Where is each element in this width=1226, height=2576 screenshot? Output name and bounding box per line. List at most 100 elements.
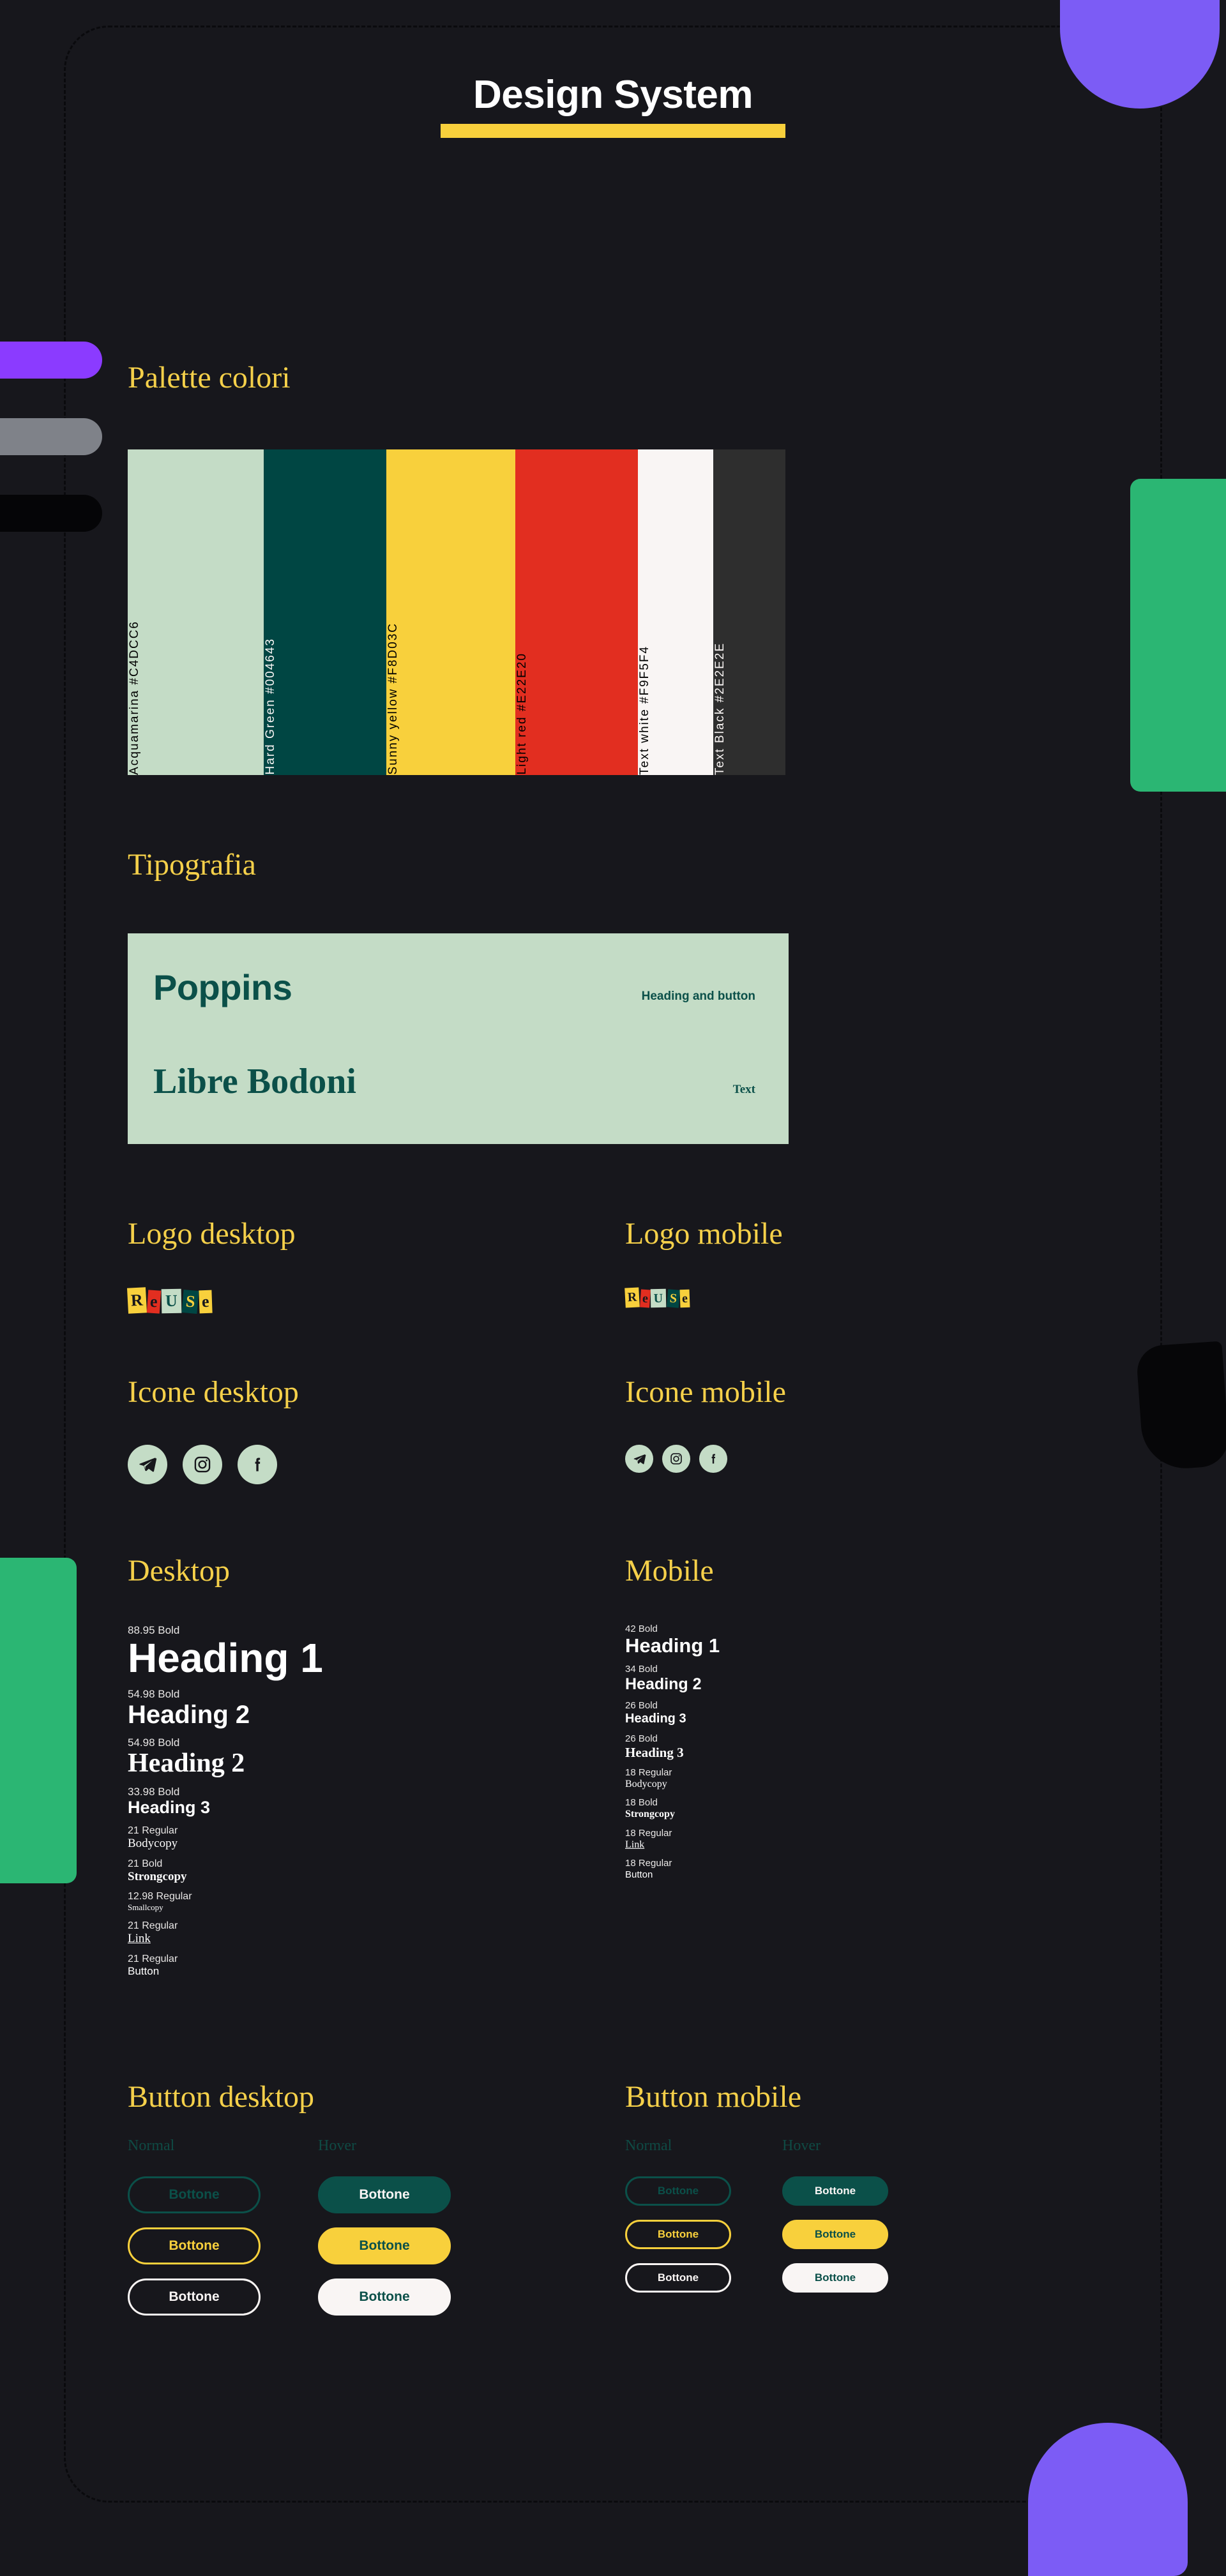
palette-swatch[interactable]: Acquamarina #C4DCC6 bbox=[128, 449, 264, 775]
button-green-filled-mobile[interactable]: Bottone bbox=[782, 2176, 888, 2206]
type-scale-sample: Strongcopy bbox=[625, 1809, 675, 1820]
title-underline-rule bbox=[441, 124, 785, 138]
icons-section: Icone desktop Icone mobile bbox=[128, 1376, 1098, 1485]
type-scale-desktop-title: Desktop bbox=[128, 1554, 230, 1588]
palette-swatch-label: Text white #F9F5F4 bbox=[637, 645, 651, 775]
secondary-font-name: Libre Bodoni bbox=[153, 1061, 356, 1101]
type-scale-meta: 26 Bold bbox=[625, 1733, 658, 1745]
type-scale-meta: 34 Bold bbox=[625, 1664, 658, 1675]
palette-swatch[interactable]: Light red #E22E20 bbox=[515, 449, 638, 775]
type-scale-sample: Heading 1 bbox=[128, 1635, 323, 1682]
button-white-filled-mobile[interactable]: Bottone bbox=[782, 2263, 888, 2293]
instagram-icon[interactable] bbox=[183, 1445, 222, 1485]
button-green-filled-desktop[interactable]: Bottone bbox=[318, 2176, 451, 2213]
type-scale-meta: 18 Bold bbox=[625, 1797, 658, 1809]
type-scale-item: 12.98 Regular Smallcopy bbox=[128, 1890, 457, 1912]
type-scale-meta: 54.98 Bold bbox=[128, 1736, 180, 1749]
palette-swatch-label: Acquamarina #C4DCC6 bbox=[128, 620, 141, 775]
facebook-icon[interactable] bbox=[699, 1445, 727, 1473]
type-scale-meta: 42 Bold bbox=[625, 1623, 658, 1634]
typography-secondary-row: Libre Bodoni Text bbox=[153, 1061, 755, 1144]
logo-letter: R bbox=[624, 1287, 640, 1308]
logo-desktop-title: Logo desktop bbox=[128, 1216, 296, 1251]
buttons-desktop-column: Button desktop Normal Bottone Bottone Bo… bbox=[128, 2080, 457, 2330]
secondary-font-usage: Text bbox=[732, 1082, 755, 1096]
facebook-icon[interactable] bbox=[238, 1445, 277, 1485]
icon-row-desktop bbox=[128, 1445, 457, 1485]
type-scale-item: 18 Bold Strongcopy bbox=[625, 1797, 954, 1820]
type-scale-item: 54.98 Bold Heading 2 bbox=[128, 1736, 457, 1777]
type-scale-meta: 18 Regular bbox=[625, 1766, 672, 1778]
type-scale-sample: Heading 2 bbox=[128, 1700, 250, 1729]
typography-section: Tipografia Poppins Heading and button Li… bbox=[128, 848, 1098, 1144]
palette-swatch[interactable]: Text Black #2E2E2E bbox=[713, 449, 785, 775]
type-scale-item: 26 Bold Heading 3 bbox=[625, 1700, 954, 1726]
type-scale-item: 18 Regular Link bbox=[625, 1828, 954, 1851]
type-scale-meta: 21 Regular bbox=[128, 1954, 178, 1965]
telegram-icon[interactable] bbox=[625, 1445, 653, 1473]
type-scale-item: 21 Bold Strongcopy bbox=[128, 1858, 457, 1883]
button-yellow-outline-desktop[interactable]: Bottone bbox=[128, 2227, 261, 2264]
type-scale-sample: Heading 2 bbox=[625, 1675, 702, 1694]
button-yellow-filled-desktop[interactable]: Bottone bbox=[318, 2227, 451, 2264]
palette-swatch-label: Hard Green #004643 bbox=[263, 638, 277, 775]
buttons-desktop-hover-group: Hover Bottone Bottone Bottone bbox=[318, 2137, 451, 2330]
palette-swatch[interactable]: Text white #F9F5F4 bbox=[637, 449, 713, 775]
palette-section-title: Palette colori bbox=[128, 361, 291, 395]
type-scale-item: 34 Bold Heading 2 bbox=[625, 1664, 954, 1692]
palette-swatch-label: Text Black #2E2E2E bbox=[713, 642, 727, 775]
buttons-mobile-hover-group: Hover Bottone Bottone Bottone bbox=[782, 2137, 888, 2307]
button-yellow-filled-mobile[interactable]: Bottone bbox=[782, 2219, 888, 2249]
type-scale-item: 42 Bold Heading 1 bbox=[625, 1623, 954, 1656]
button-green-outline-desktop[interactable]: Bottone bbox=[128, 2176, 261, 2213]
button-yellow-outline-mobile[interactable]: Bottone bbox=[625, 2219, 731, 2249]
button-white-filled-desktop[interactable]: Bottone bbox=[318, 2278, 451, 2316]
logo-mobile-column: Logo mobile ReUSe bbox=[624, 1216, 954, 1314]
type-scale-item: 21 Regular Bodycopy bbox=[128, 1825, 457, 1850]
reuse-logo-desktop[interactable]: ReUSe bbox=[126, 1287, 213, 1314]
design-system-page: Design System Palette colori Acquamarina… bbox=[0, 0, 1226, 2330]
type-scale-section: Desktop 88.95 Bold Heading 1 54.98 Bold Hea… bbox=[128, 1554, 1098, 1985]
type-scale-item: 88.95 Bold Heading 1 bbox=[128, 1623, 457, 1680]
icons-mobile-title: Icone mobile bbox=[625, 1375, 786, 1410]
type-scale-item: 33.98 Bold Heading 3 bbox=[128, 1785, 457, 1817]
type-scale-meta: 21 Regular bbox=[128, 1920, 178, 1932]
buttons-mobile-title: Button mobile bbox=[625, 2079, 801, 2114]
type-scale-meta: 18 Regular bbox=[625, 1858, 672, 1869]
type-scale-mobile-column: Mobile 42 Bold Heading 1 34 Bold Heading 2 2… bbox=[625, 1554, 954, 1985]
type-scale-sample: Bodycopy bbox=[625, 1778, 667, 1789]
type-scale-meta: 26 Bold bbox=[625, 1700, 658, 1712]
icon-row-mobile bbox=[625, 1445, 954, 1473]
palette-swatch-row: Acquamarina #C4DCC6 Hard Green #004643 S… bbox=[128, 449, 785, 775]
button-white-outline-desktop[interactable]: Bottone bbox=[128, 2278, 261, 2316]
logo-mobile-title: Logo mobile bbox=[625, 1216, 783, 1251]
logo-letter: U bbox=[161, 1289, 181, 1314]
button-green-outline-mobile[interactable]: Bottone bbox=[625, 2176, 731, 2206]
buttons-mobile-column: Button mobile Normal Bottone Bottone Bot… bbox=[625, 2079, 954, 2330]
typography-section-title: Tipografia bbox=[128, 847, 256, 882]
logo-letter: R bbox=[126, 1287, 147, 1314]
type-scale-sample: Heading 1 bbox=[625, 1634, 720, 1657]
buttons-mobile-normal-group: Normal Bottone Bottone Bottone bbox=[625, 2137, 731, 2307]
type-scale-meta: 12.98 Regular bbox=[128, 1891, 192, 1902]
type-scale-item: 21 Regular Link bbox=[128, 1920, 457, 1945]
type-scale-sample: Heading 3 bbox=[128, 1798, 211, 1818]
reuse-logo-mobile[interactable]: ReUSe bbox=[624, 1287, 691, 1308]
button-white-outline-mobile[interactable]: Bottone bbox=[625, 2263, 731, 2293]
palette-swatch-label: Sunny yellow #F8D03C bbox=[386, 622, 400, 775]
primary-font-usage: Heading and button bbox=[641, 989, 755, 1003]
instagram-icon[interactable] bbox=[662, 1445, 690, 1473]
type-scale-sample: Smallcopy bbox=[128, 1902, 163, 1913]
type-scale-sample: Bodycopy bbox=[128, 1836, 178, 1850]
typography-card: Poppins Heading and button Libre Bodoni … bbox=[128, 933, 789, 1144]
palette-swatch[interactable]: Hard Green #004643 bbox=[263, 449, 386, 775]
logo-letter: e bbox=[679, 1290, 690, 1308]
palette-section: Palette colori Acquamarina #C4DCC6 Hard … bbox=[128, 361, 1098, 775]
type-scale-mobile-title: Mobile bbox=[625, 1554, 714, 1588]
telegram-icon[interactable] bbox=[128, 1445, 167, 1485]
palette-swatch[interactable]: Sunny yellow #F8D03C bbox=[386, 449, 515, 775]
icons-mobile-column: Icone mobile bbox=[625, 1376, 954, 1484]
buttons-mobile-groups: Normal Bottone Bottone Bottone Hover Bot… bbox=[625, 2137, 954, 2307]
logo-letter: U bbox=[651, 1288, 667, 1308]
type-scale-item: 18 Regular Bodycopy bbox=[625, 1767, 954, 1790]
